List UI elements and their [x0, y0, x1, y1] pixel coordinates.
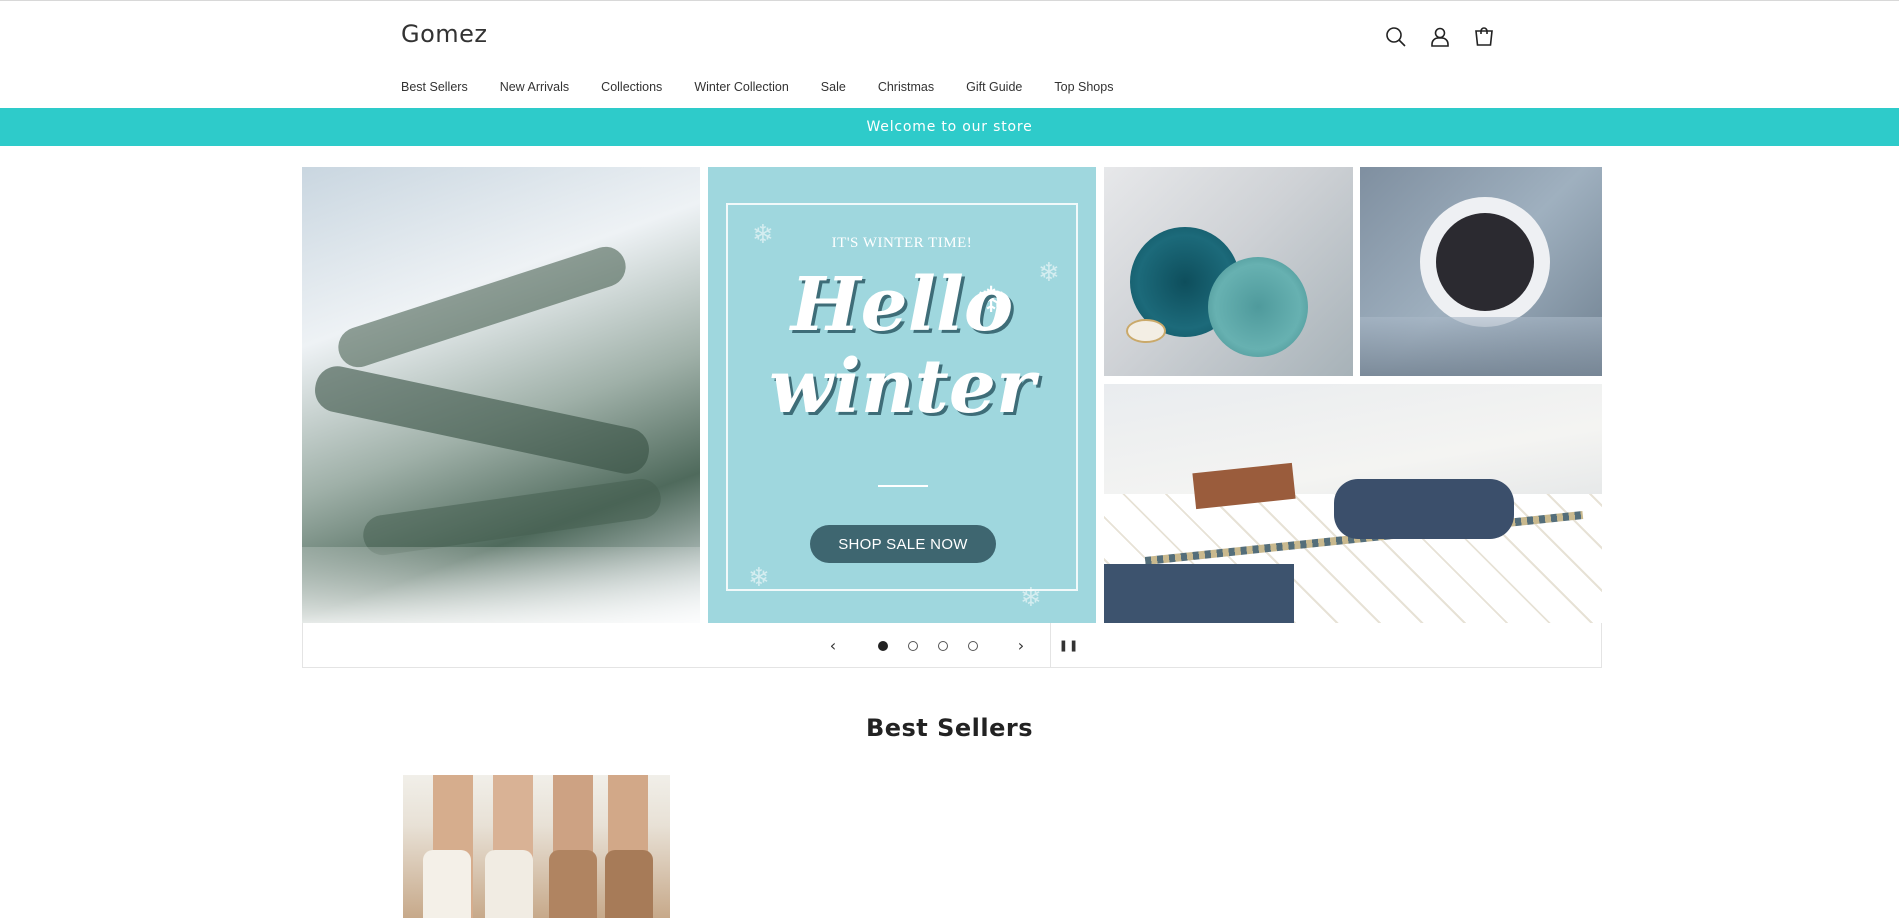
poster-headline-line1: Hello: [790, 262, 1014, 348]
slide-dot-2[interactable]: [908, 641, 918, 651]
slideshow-controls: ‹ › ❚❚: [302, 623, 1602, 668]
nav-item-winter-collection[interactable]: Winter Collection: [694, 80, 788, 94]
slide-image-snowy-tree[interactable]: [302, 167, 700, 623]
aqua-pillow-shape: [1208, 257, 1308, 357]
shop-sale-now-button[interactable]: SHOP SALE NOW: [810, 525, 996, 563]
main-navigation: Best Sellers New Arrivals Collections Wi…: [401, 80, 1145, 94]
slide-image-coffee-mug[interactable]: [1360, 167, 1602, 376]
account-icon[interactable]: [1424, 21, 1456, 53]
brown-boot-shape: [605, 850, 653, 918]
slide-dot-3[interactable]: [938, 641, 948, 651]
chevron-right-icon[interactable]: ›: [1011, 635, 1031, 655]
poster-kicker: IT'S WINTER TIME!: [831, 235, 973, 251]
slide-dot-1[interactable]: [878, 641, 888, 651]
nav-item-collections[interactable]: Collections: [601, 80, 662, 94]
nav-item-new-arrivals[interactable]: New Arrivals: [500, 80, 569, 94]
hero-slideshow: ❄ ❄ ❄ ❄ ❄ IT'S WINTER TIME! Hello winter…: [302, 167, 1602, 668]
announcement-text: Welcome to our store: [866, 119, 1033, 135]
poster-divider: [878, 485, 928, 487]
product-card-image[interactable]: [403, 775, 670, 918]
best-sellers-heading: Best Sellers: [865, 714, 1034, 742]
nav-item-top-shops[interactable]: Top Shops: [1054, 80, 1113, 94]
search-icon[interactable]: [1380, 21, 1412, 53]
snow-shape: [302, 547, 700, 623]
nav-item-christmas[interactable]: Christmas: [878, 80, 934, 94]
knit-shape: [1360, 317, 1602, 376]
coffee-shape: [1436, 213, 1534, 311]
site-header: Gomez Best Sellers New Arrivals Collecti…: [0, 1, 1899, 107]
slide-image-bedding[interactable]: [1104, 384, 1602, 623]
nav-item-best-sellers[interactable]: Best Sellers: [401, 80, 468, 94]
branch-shape: [310, 362, 654, 478]
white-boot-shape: [485, 850, 533, 918]
branch-shape: [360, 476, 664, 558]
chevron-left-icon[interactable]: ‹: [823, 635, 843, 655]
nav-item-gift-guide[interactable]: Gift Guide: [966, 80, 1022, 94]
white-boot-shape: [423, 850, 471, 918]
slide-winter-sale-poster[interactable]: ❄ ❄ ❄ ❄ ❄ IT'S WINTER TIME! Hello winter…: [708, 167, 1096, 623]
store-logo[interactable]: Gomez: [401, 20, 488, 48]
navy-cushion-shape: [1104, 564, 1294, 623]
pause-icon[interactable]: ❚❚: [1059, 635, 1079, 655]
controls-divider: [1050, 623, 1051, 667]
slide-image-pillows[interactable]: [1104, 167, 1353, 376]
nav-item-sale[interactable]: Sale: [821, 80, 846, 94]
brown-boot-shape: [549, 850, 597, 918]
teacup-shape: [1126, 319, 1166, 343]
announcement-bar: Welcome to our store: [0, 108, 1899, 146]
poster-headline-line2: winter: [769, 344, 1035, 430]
branch-shape: [333, 241, 631, 373]
slide-dot-4[interactable]: [968, 641, 978, 651]
cart-icon[interactable]: [1468, 21, 1500, 53]
navy-pillow-shape: [1334, 479, 1514, 539]
